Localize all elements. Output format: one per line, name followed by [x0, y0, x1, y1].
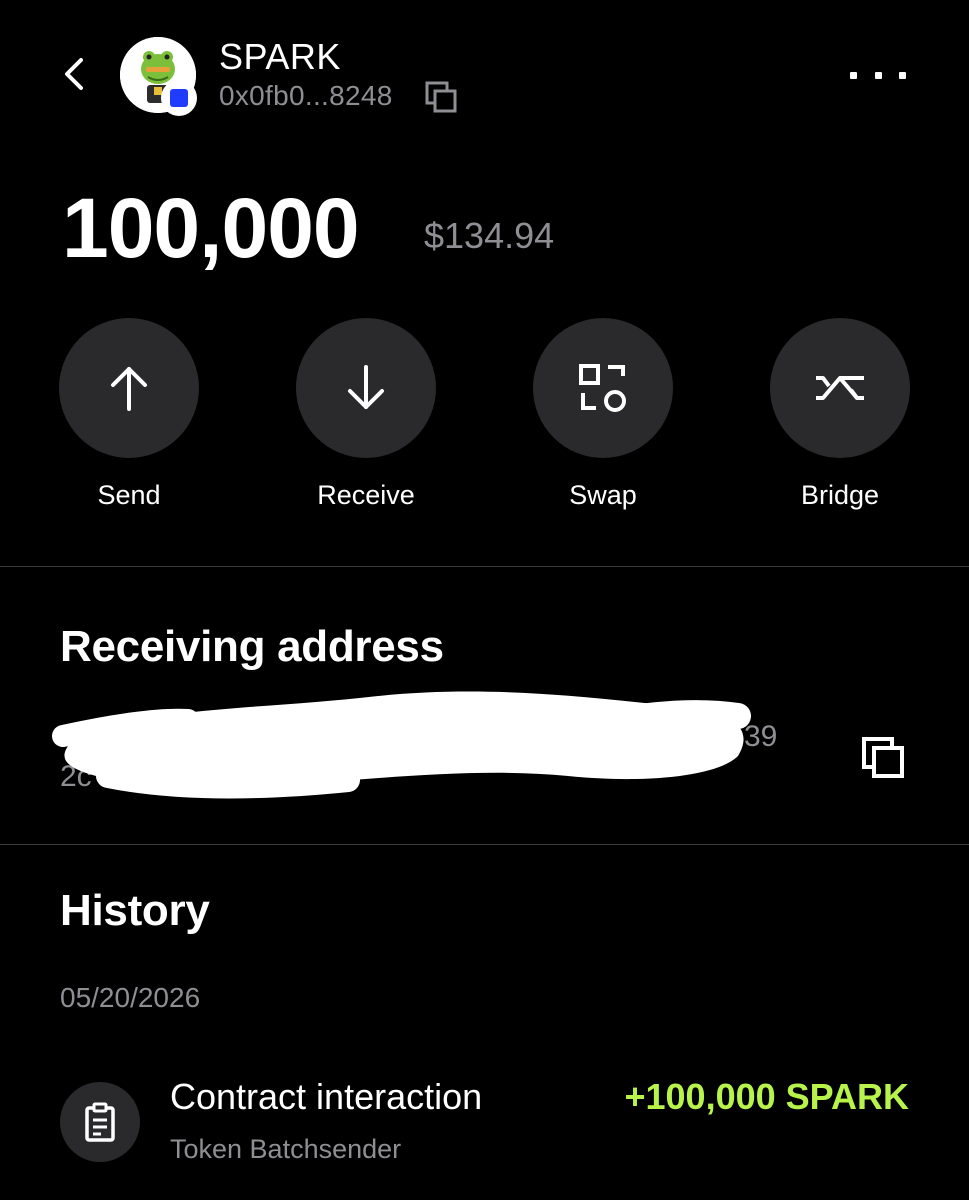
- swap-circle: [533, 318, 673, 458]
- swap-button[interactable]: Swap: [523, 318, 683, 511]
- balance-usd-value: $134.94: [424, 215, 555, 256]
- send-button[interactable]: Send: [49, 318, 209, 511]
- receive-button[interactable]: Receive: [286, 318, 446, 511]
- swap-label: Swap: [569, 480, 637, 510]
- back-button[interactable]: [52, 52, 96, 96]
- action-buttons: Send Receive Swap Bridge: [0, 318, 969, 518]
- transaction-row[interactable]: Contract interaction Token Batchsender +…: [0, 1060, 969, 1190]
- receive-circle: [296, 318, 436, 458]
- transaction-icon: [60, 1082, 140, 1162]
- receive-label: Receive: [317, 480, 415, 510]
- transaction-title: Contract interaction: [170, 1076, 483, 1117]
- clipboard-icon: [85, 1102, 115, 1142]
- receiving-address-title: Receiving address: [60, 622, 444, 671]
- token-balance: 100,000: [62, 181, 360, 275]
- copy-icon: [862, 737, 904, 778]
- divider: [0, 844, 969, 845]
- send-label: Send: [97, 480, 161, 510]
- bridge-circle: [770, 318, 910, 458]
- arrow-down-icon: [348, 365, 384, 409]
- transaction-amount: +100,000 SPARK: [624, 1076, 909, 1117]
- bridge-button[interactable]: Bridge: [760, 318, 920, 511]
- chain-badge: [161, 80, 197, 116]
- copy-icon: [425, 81, 457, 113]
- chain-badge-icon: [170, 89, 188, 107]
- divider: [0, 566, 969, 567]
- send-circle: [59, 318, 199, 458]
- more-options-button[interactable]: [850, 55, 906, 95]
- transaction-subtitle: Token Batchsender: [170, 1134, 402, 1164]
- swap-icon: [579, 364, 626, 412]
- header: SPARK 0x0fb0...8248: [0, 0, 969, 150]
- history-title: History: [60, 886, 210, 935]
- redaction-scribble: [52, 691, 751, 799]
- bridge-label: Bridge: [800, 480, 880, 510]
- bridge-icon: [816, 376, 864, 400]
- history-date: 05/20/2026: [60, 982, 201, 1013]
- dot-icon: [850, 71, 857, 79]
- copy-address-button[interactable]: [424, 80, 458, 114]
- chevron-left-icon: [65, 58, 83, 90]
- copy-receiving-address-button[interactable]: [860, 736, 906, 780]
- token-name: SPARK: [219, 36, 341, 77]
- dot-icon: [899, 71, 906, 79]
- dot-icon: [874, 71, 882, 79]
- token-address: 0x0fb0...8248: [219, 80, 393, 111]
- arrow-up-icon: [111, 367, 147, 411]
